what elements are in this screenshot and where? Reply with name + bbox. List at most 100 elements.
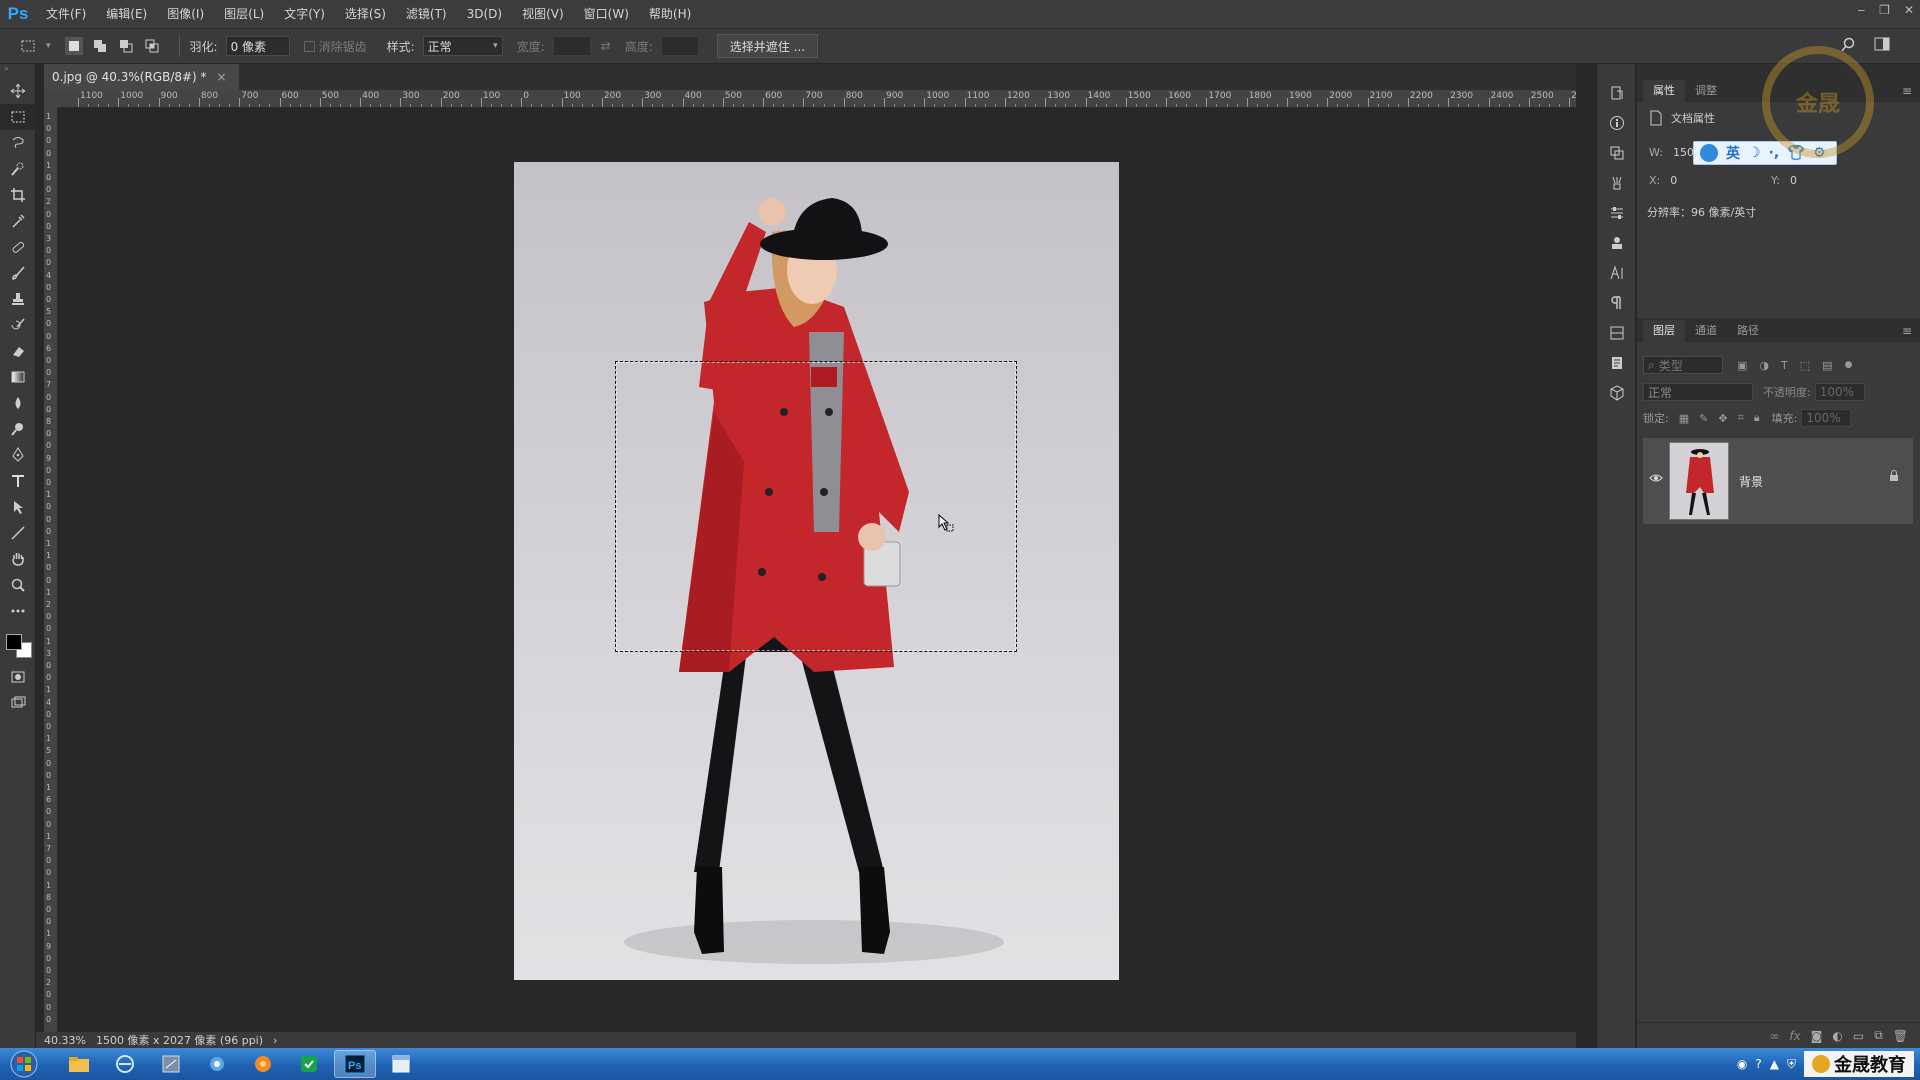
document-tab[interactable]: 0.jpg @ 40.3%(RGB/8#) * × [44,64,239,90]
intersect-selection-icon[interactable] [143,37,161,55]
tab-layers[interactable]: 图层 [1643,320,1685,342]
brush-icon[interactable] [0,260,36,286]
add-selection-icon[interactable] [91,37,109,55]
pixel-filter-icon[interactable]: ▣ [1737,359,1747,372]
fx-icon[interactable]: fx [1789,1029,1800,1043]
tab-properties[interactable]: 属性 [1643,80,1685,102]
tab-paths[interactable]: 路径 [1727,320,1769,342]
restore-icon[interactable]: ❐ [1879,3,1890,17]
swap-icon[interactable]: ⇄ [601,39,611,53]
menu-filter[interactable]: 滤镜(T) [396,0,457,28]
panel-menu-icon[interactable]: ≡ [1902,324,1912,338]
collapse-icon[interactable]: » [0,64,35,78]
opacity-input[interactable]: 100% [1814,383,1865,401]
menu-file[interactable]: 文件(F) [36,0,96,28]
group-icon[interactable]: ▭ [1853,1029,1864,1043]
photoshop-taskbar-icon[interactable]: Ps [334,1050,376,1078]
foreground-color-swatch[interactable] [6,634,22,650]
app-icon[interactable] [150,1050,192,1078]
history-icon[interactable] [1597,78,1637,108]
vertical-ruler[interactable]: 1 0 0 0 1 0 0 2 0 0 3 0 0 4 0 0 5 0 0 6 0 0 7 0 0 8 0 0 9 0 0 1 0 0 0 1 1 0 0 1… [44,108,58,1032]
styles-icon[interactable] [1597,228,1637,258]
zoom-icon[interactable] [0,572,36,598]
marquee-icon[interactable] [0,104,36,130]
tab-channels[interactable]: 通道 [1685,320,1727,342]
layer-row[interactable]: 背景 [1643,438,1913,524]
select-and-mask-button[interactable]: 选择并遮住 ... [716,34,819,58]
feather-input[interactable]: 0 像素 [225,36,290,56]
healing-icon[interactable] [0,234,36,260]
eraser-icon[interactable] [0,338,36,364]
width-input[interactable] [552,36,591,56]
menu-type[interactable]: 文字(Y) [274,0,335,28]
line-icon[interactable] [0,520,36,546]
tray-expand-icon[interactable]: ▲ [1770,1057,1779,1071]
shape-filter-icon[interactable]: ⬚ [1800,359,1810,372]
lock-transparent-icon[interactable]: ▦ [1679,412,1689,425]
punctuation-icon[interactable]: ·, [1769,145,1780,161]
status-arrow-icon[interactable]: › [273,1034,277,1047]
mask-icon[interactable]: ◙ [1811,1029,1823,1043]
type-filter-icon[interactable]: T [1781,359,1788,372]
layer-filter-select[interactable]: ⌕ 类型 [1643,356,1723,374]
menu-view[interactable]: 视图(V) [512,0,574,28]
trash-icon[interactable]: 🗑︎ [1893,1029,1908,1043]
screen-mode-icon[interactable] [0,690,36,716]
move-icon[interactable] [0,78,36,104]
menu-select[interactable]: 选择(S) [335,0,396,28]
color-swatches[interactable] [0,624,35,664]
filter-toggle-icon[interactable]: ● [1845,360,1853,370]
moon-icon[interactable]: ☽ [1748,145,1761,161]
info-icon[interactable] [1597,108,1637,138]
3d-icon[interactable] [1597,378,1637,408]
subtract-selection-icon[interactable] [117,37,135,55]
stamp-icon[interactable] [0,286,36,312]
menu-layer[interactable]: 图层(L) [214,0,274,28]
blur-icon[interactable] [0,390,36,416]
menu-edit[interactable]: 编辑(E) [96,0,157,28]
blend-mode-select[interactable]: 正常 [1643,383,1753,401]
lock-all-icon[interactable]: 🔒︎ [1754,411,1760,425]
link-icon[interactable]: ∞ [1769,1029,1779,1043]
gradient-icon[interactable] [0,364,36,390]
lock-pixels-icon[interactable]: ✎ [1699,412,1708,425]
lock-position-icon[interactable]: ✥ [1718,412,1727,425]
crop-icon[interactable] [0,182,36,208]
x-value[interactable]: 0 [1670,174,1677,187]
path-select-icon[interactable] [0,494,36,520]
chevron-down-icon[interactable]: ▾ [46,41,51,51]
new-selection-icon[interactable] [64,37,83,55]
smart-filter-icon[interactable]: ▤ [1822,359,1832,372]
browser-icon[interactable] [104,1050,146,1078]
start-button[interactable] [0,1048,48,1080]
new-layer-icon[interactable]: ⧉ [1874,1028,1883,1043]
dodge-icon[interactable] [0,416,36,442]
more-icon[interactable] [0,598,36,624]
shield-icon[interactable]: ⛨ [1787,1057,1796,1072]
explorer-icon[interactable] [58,1050,100,1078]
type-icon[interactable] [0,468,36,494]
zoom-level[interactable]: 40.33% [44,1034,86,1047]
quick-mask-icon[interactable] [0,664,36,690]
character-icon[interactable] [1597,258,1637,288]
close-icon[interactable]: ✕ [1904,3,1914,17]
horizontal-ruler[interactable]: 1100 1000 900 800 700 600 500 400 300 200 100 0 100 2… [58,90,1576,108]
style-select[interactable]: 正常 ▾ [422,36,503,56]
ruler-origin[interactable] [44,90,58,108]
fill-input[interactable]: 100% [1801,409,1852,427]
green-app-icon[interactable] [288,1050,330,1078]
height-input[interactable] [660,36,699,56]
menu-3d[interactable]: 3D(D) [457,0,512,28]
adjustment-layer-icon[interactable]: ◐ [1832,1029,1842,1043]
media-icon[interactable] [242,1050,284,1078]
quick-select-icon[interactable] [0,156,36,182]
eye-icon[interactable] [1649,472,1663,486]
tray-app-icon[interactable]: ◉ [1737,1057,1747,1071]
panel-menu-icon[interactable]: ≡ [1902,84,1912,98]
ime-language[interactable]: 英 [1726,143,1740,163]
notes-icon[interactable] [1597,348,1637,378]
close-icon[interactable]: × [217,70,227,84]
selection-marquee[interactable] [615,361,1017,652]
menu-window[interactable]: 窗口(W) [574,0,639,28]
marquee-preset-icon[interactable] [20,37,38,55]
